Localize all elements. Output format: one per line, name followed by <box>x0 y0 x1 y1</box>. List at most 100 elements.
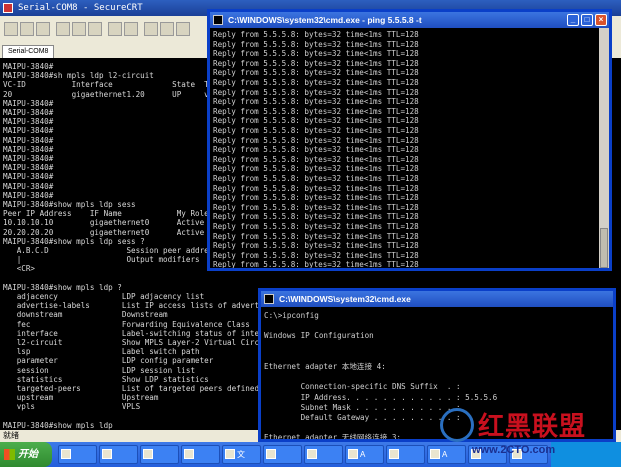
copy-icon[interactable] <box>72 22 86 36</box>
ping-reply-line: Reply from 5.5.5.8: bytes=32 time<1ms TT… <box>213 231 419 241</box>
terminal-line: | Output modifiers <box>3 255 200 265</box>
terminal-line: MAIPU-3840# <box>3 126 54 136</box>
ping-reply-line: Reply from 5.5.5.8: bytes=32 time<1ms TT… <box>213 154 419 164</box>
ping-reply-line: Reply from 5.5.5.8: bytes=32 time<1ms TT… <box>213 126 419 135</box>
terminal-line: MAIPU-3840#show mpls ldp sess <box>3 200 136 209</box>
terminal-line: MAIPU-3840# <box>3 181 54 191</box>
system-tray[interactable] <box>551 442 621 467</box>
taskbar-button[interactable] <box>181 445 220 464</box>
connect-icon[interactable] <box>4 22 18 36</box>
terminal-line: parameter LDP config parameter <box>3 356 214 366</box>
scrollbar-thumb[interactable] <box>600 228 608 268</box>
taskbar-button[interactable] <box>99 445 138 464</box>
tab-serial-com8[interactable]: Serial-COM8 <box>2 45 55 58</box>
terminal-line: MAIPU-3840#show mpls ldp sess ? <box>3 236 145 246</box>
ping-reply-line: Reply from 5.5.5.8: bytes=32 time<1ms TT… <box>213 49 419 59</box>
taskbar-app-icon <box>389 449 399 459</box>
ping-reply-line: Reply from 5.5.5.8: bytes=32 time<1ms TT… <box>213 58 419 68</box>
ipconfig-line: Connection-specific DNS Suffix . : <box>264 382 461 392</box>
taskbar-button[interactable] <box>468 445 507 464</box>
terminal-line: targeted-peers List of targeted peers de… <box>3 384 260 393</box>
ipconfig-line: Ethernet adapter 无线网络连接 3: <box>264 433 401 439</box>
cmd-icon <box>264 294 274 304</box>
terminal-line: MAIPU-3840# <box>3 135 54 145</box>
terminal-line: interface Label-switching status of inte… <box>3 328 282 338</box>
terminal-line: adjacency LDP adjacency list <box>3 292 205 301</box>
start-label: 开始 <box>18 449 38 460</box>
cmd-ping-title: C:\WINDOWS\system32\cmd.exe - ping 5.5.5… <box>228 15 422 25</box>
ping-reply-line: Reply from 5.5.5.8: bytes=32 time<1ms TT… <box>213 222 419 231</box>
terminal-line: statistics Show LDP statistics <box>3 374 209 384</box>
paste-icon[interactable] <box>88 22 102 36</box>
taskbar-app-icon <box>266 449 276 459</box>
terminal-line: 20.20.20.20 gigaethernet0 Active <box>3 227 205 237</box>
taskbar-button[interactable] <box>509 445 548 464</box>
terminal-line: MAIPU-3840# <box>3 172 54 182</box>
keymap-icon[interactable] <box>160 22 174 36</box>
ping-reply-line: Reply from 5.5.5.8: bytes=32 time<1ms TT… <box>213 260 419 268</box>
taskbar-button[interactable]: A <box>427 445 466 464</box>
taskbar-button[interactable] <box>140 445 179 464</box>
terminal-line: MAIPU-3840# <box>3 108 54 117</box>
taskbar-button-label: 文 <box>237 450 245 459</box>
terminal-line: MAIPU-3840#sh mpls ldp l2-circuit <box>3 71 154 81</box>
ping-reply-line: Reply from 5.5.5.8: bytes=32 time<1ms TT… <box>213 193 419 203</box>
taskbar-button[interactable]: 文 <box>222 445 261 464</box>
taskbar-button[interactable] <box>304 445 343 464</box>
ping-reply-line: Reply from 5.5.5.8: bytes=32 time<1ms TT… <box>213 97 419 107</box>
find-icon[interactable] <box>108 22 122 36</box>
terminal-line: 10.10.10.10 gigaethernet0 Active <box>3 218 205 228</box>
terminal-line: VC-ID Interface State Type <box>3 80 223 90</box>
disconnect-icon[interactable] <box>56 22 70 36</box>
terminal-line: MAIPU-3840#show mpls ldp <box>3 420 113 430</box>
ipconfig-line: Subnet Mask . . . . . . . . . . . : <box>264 402 461 412</box>
quick-connect-icon[interactable] <box>20 22 34 36</box>
cmd-ipconfig-titlebar[interactable]: C:\WINDOWS\system32\cmd.exe <box>261 291 613 307</box>
terminal-line: advertise-labels List IP access lists of… <box>3 301 282 311</box>
ipconfig-line: C:\>ipconfig <box>264 311 319 320</box>
terminal-line: MAIPU-3840# <box>3 190 54 200</box>
taskbar-app-icon <box>143 449 153 459</box>
cmd-icon <box>213 15 223 25</box>
help-icon[interactable] <box>176 22 190 36</box>
reconnect-icon[interactable] <box>36 22 50 36</box>
minimize-button[interactable]: _ <box>567 14 579 26</box>
terminal-line: upstream Upstream <box>3 393 159 403</box>
taskbar: 开始 文 A A <box>0 442 621 467</box>
ping-reply-line: Reply from 5.5.5.8: bytes=32 time<1ms TT… <box>213 241 419 251</box>
taskbar-button[interactable]: A <box>345 445 384 464</box>
terminal-line: 20 gigaethernet1.20 UP vlan <box>3 89 223 99</box>
taskbar-button[interactable] <box>263 445 302 464</box>
taskbar-button-label: A <box>360 450 366 459</box>
cmd-ipconfig-output[interactable]: C:\>ipconfig Windows IP Configuration Ethe… <box>261 307 603 439</box>
taskbar-button[interactable] <box>58 445 97 464</box>
cmd-ipconfig-window: C:\WINDOWS\system32\cmd.exe C:\>ipconfig… <box>258 288 616 442</box>
terminal-line: MAIPU-3840# <box>3 163 54 173</box>
terminal-line: <CR> <box>3 264 36 274</box>
ipconfig-line: IP Address. . . . . . . . . . . . : 5.5.… <box>264 392 498 402</box>
terminal-line: Peer IP Address IF Name My Role <box>3 209 209 219</box>
securecrt-app-icon <box>3 3 13 13</box>
ping-reply-line: Reply from 5.5.5.8: bytes=32 time<1ms TT… <box>213 106 419 116</box>
maximize-button[interactable]: □ <box>581 14 593 26</box>
terminal-line: MAIPU-3840#show mpls ldp ? <box>3 282 122 292</box>
cmd-ping-window: C:\WINDOWS\system32\cmd.exe - ping 5.5.5… <box>207 9 612 271</box>
settings-icon[interactable] <box>144 22 158 36</box>
cmd-ping-output[interactable]: Reply from 5.5.5.8: bytes=32 time<1ms TT… <box>210 28 599 268</box>
taskbar-app-icon <box>61 449 71 459</box>
taskbar-button[interactable] <box>386 445 425 464</box>
terminal-line: vpls VPLS <box>3 402 141 412</box>
cmd-ping-scrollbar[interactable] <box>599 28 609 268</box>
print-icon[interactable] <box>124 22 138 36</box>
start-button[interactable]: 开始 <box>0 442 52 467</box>
close-button[interactable]: × <box>595 14 607 26</box>
terminal-line: downstream Downstream <box>3 310 168 320</box>
ping-reply-line: Reply from 5.5.5.8: bytes=32 time<1ms TT… <box>213 174 419 183</box>
taskbar-button-label: A <box>442 450 448 459</box>
terminal-line: MAIPU-3840# <box>3 144 54 154</box>
cmd-ping-titlebar[interactable]: C:\WINDOWS\system32\cmd.exe - ping 5.5.5… <box>210 12 609 28</box>
terminal-line: MAIPU-3840# <box>3 62 54 71</box>
cmd-ipconfig-title: C:\WINDOWS\system32\cmd.exe <box>279 294 411 304</box>
windows-logo-icon <box>4 449 15 460</box>
taskbar-app-icon <box>225 449 235 459</box>
